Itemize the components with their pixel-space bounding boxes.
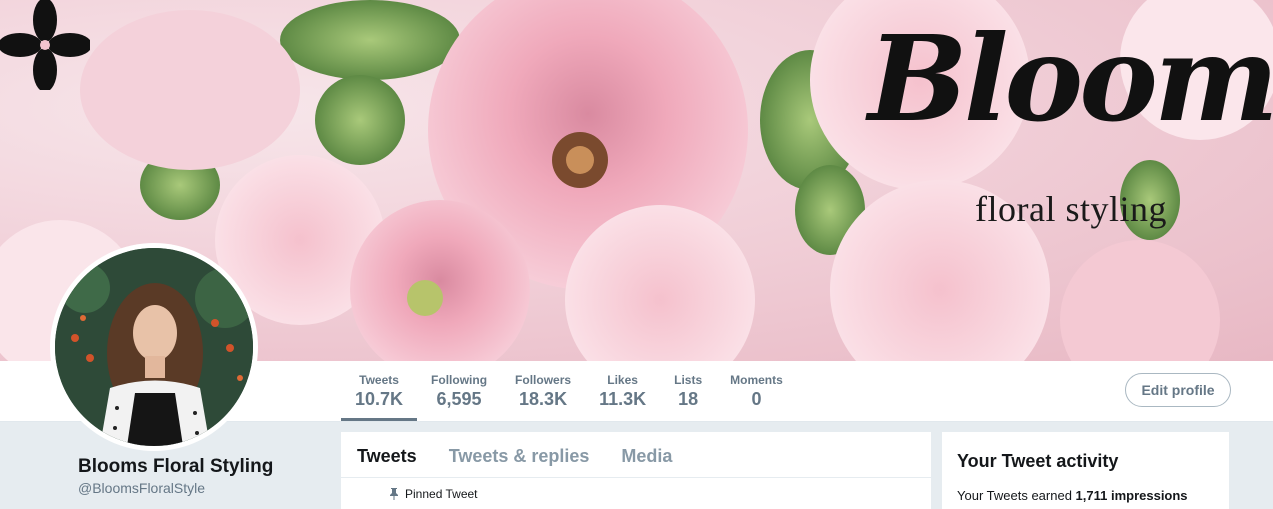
tweet-activity-summary[interactable]: Your Tweets earned 1,711 impressions bbox=[957, 488, 1188, 503]
profile-name[interactable]: Blooms Floral Styling bbox=[78, 456, 273, 478]
activity-prefix: Your Tweets earned bbox=[957, 488, 1076, 503]
stat-moments[interactable]: Moments 0 bbox=[716, 361, 797, 421]
stat-label: Lists bbox=[674, 373, 703, 387]
edit-profile-button[interactable]: Edit profile bbox=[1125, 373, 1231, 407]
stat-label: Likes bbox=[607, 373, 638, 387]
stat-likes[interactable]: Likes 11.3K bbox=[585, 361, 660, 421]
tab-media[interactable]: Media bbox=[605, 432, 688, 477]
profile-stats: Tweets 10.7K Following 6,595 Followers 1… bbox=[341, 361, 797, 421]
stat-value: 10.7K bbox=[355, 389, 404, 409]
tweet-activity-card: Your Tweet activity Your Tweets earned 1… bbox=[942, 432, 1229, 509]
pinned-tweet-label: Pinned Tweet bbox=[389, 487, 478, 501]
avatar-portrait-image bbox=[55, 248, 253, 446]
avatar[interactable] bbox=[50, 243, 258, 451]
tab-tweets-and-replies[interactable]: Tweets & replies bbox=[433, 432, 606, 477]
stat-value: 11.3K bbox=[599, 389, 647, 409]
pinned-tweet-text: Pinned Tweet bbox=[405, 487, 478, 501]
tab-tweets[interactable]: Tweets bbox=[341, 432, 433, 477]
stat-tweets[interactable]: Tweets 10.7K bbox=[341, 361, 418, 421]
stat-value: 18 bbox=[678, 389, 699, 409]
stat-lists[interactable]: Lists 18 bbox=[660, 361, 716, 421]
pin-icon bbox=[390, 488, 398, 500]
tweet-activity-title: Your Tweet activity bbox=[957, 451, 1119, 471]
profile-handle[interactable]: @BloomsFloralStyle bbox=[78, 480, 205, 496]
activity-impressions: 1,711 impressions bbox=[1075, 488, 1188, 503]
stat-value: 18.3K bbox=[519, 389, 568, 409]
stat-followers[interactable]: Followers 18.3K bbox=[501, 361, 585, 421]
timeline-tabs: Tweets Tweets & replies Media bbox=[341, 432, 931, 478]
flower-logo-icon bbox=[0, 0, 90, 90]
timeline-panel: Tweets Tweets & replies Media Pinned Twe… bbox=[341, 432, 931, 509]
stat-label: Moments bbox=[730, 373, 783, 387]
avatar-photo bbox=[55, 248, 253, 446]
stat-value: 0 bbox=[751, 389, 762, 409]
stat-value: 6,595 bbox=[436, 389, 482, 409]
stat-label: Following bbox=[431, 373, 488, 387]
stat-label: Followers bbox=[515, 373, 572, 387]
stat-following[interactable]: Following 6,595 bbox=[417, 361, 501, 421]
brand-logo-script: Blooms bbox=[868, 9, 1273, 148]
stat-label: Tweets bbox=[359, 373, 399, 387]
brand-logo-subtitle: floral styling bbox=[975, 189, 1167, 229]
